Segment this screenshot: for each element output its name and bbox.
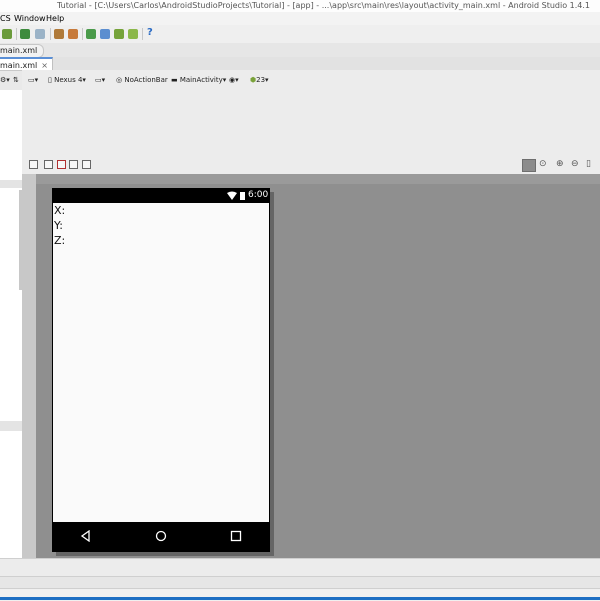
locale-globe-icon[interactable]: ◉▾ [229, 73, 239, 87]
forward-icon[interactable] [2, 29, 12, 39]
toolbar-separator [82, 28, 83, 40]
label-y[interactable]: Y: [54, 219, 63, 233]
toolbar-separator [50, 28, 51, 40]
back-triangle-icon [80, 530, 90, 542]
avd-manager-icon[interactable] [100, 29, 110, 39]
menu-bar [0, 12, 600, 25]
panel-divider [0, 421, 22, 431]
clear-layout-icon[interactable] [57, 160, 66, 169]
zoom-actual-icon[interactable]: ⊙ [539, 159, 547, 169]
label-z[interactable]: Z: [54, 234, 65, 248]
debug-icon[interactable] [54, 29, 64, 39]
layout-variant-icon[interactable]: ▭▾ [28, 73, 38, 87]
activity-label: MainActivity [179, 76, 223, 84]
home-circle-icon [155, 530, 167, 542]
rotate-screen-icon[interactable]: ▭▾ [95, 73, 105, 87]
navigation-bar [0, 43, 600, 58]
fill-width-icon[interactable] [69, 160, 78, 169]
device-selector[interactable]: ▯ Nexus 4▾ [48, 73, 86, 87]
help-icon[interactable]: ? [147, 27, 153, 38]
tab-activity-main[interactable]: main.xml × [0, 57, 53, 70]
palette-panel [0, 90, 23, 558]
canvas-gutter [22, 174, 36, 558]
component-area [22, 90, 600, 156]
settings-gear-icon[interactable]: ⚙▾ [0, 73, 10, 87]
orientation-icon[interactable]: ⇅ [13, 73, 19, 87]
device-label: Nexus 4 [54, 76, 83, 84]
theme-label: NoActionBar [124, 76, 168, 84]
sdk-manager-icon[interactable] [114, 29, 124, 39]
theme-selector[interactable]: ◎ NoActionBar [116, 73, 168, 87]
activity-selector[interactable]: ▬ MainActivity▾ [171, 73, 226, 87]
menu-item-window[interactable]: Window [14, 12, 46, 25]
run-icon[interactable] [35, 29, 45, 39]
device-screen[interactable] [52, 203, 270, 522]
zoom-toolbar [22, 156, 600, 175]
api-level-selector[interactable]: ⬢23▾ [250, 73, 269, 87]
project-structure-icon[interactable] [68, 29, 78, 39]
fill-height-icon[interactable] [82, 160, 91, 169]
menu-item-help[interactable]: Help [46, 12, 64, 25]
toolbar-separator [142, 28, 143, 40]
zoom-in-icon[interactable]: ⊕ [556, 159, 564, 169]
tab-label: main.xml [0, 61, 38, 70]
split-vertical-icon[interactable] [44, 160, 53, 169]
refresh-icon[interactable]: ▯ [586, 159, 591, 169]
layout-toggle-icon[interactable] [29, 160, 38, 169]
wifi-battery-icon [227, 191, 245, 200]
close-icon[interactable]: × [41, 61, 48, 70]
label-x[interactable]: X: [54, 204, 65, 218]
make-project-icon[interactable] [20, 29, 30, 39]
toolbar-separator [16, 28, 17, 40]
android-device-monitor-icon[interactable] [128, 29, 138, 39]
design-toolbar [22, 70, 600, 91]
tool-window-bar [0, 558, 600, 577]
zoom-to-fit-icon[interactable] [522, 159, 536, 172]
menu-item-vcs[interactable]: CS [0, 12, 11, 25]
editor-tab-bar [0, 57, 600, 71]
zoom-out-icon[interactable]: ⊖ [571, 159, 579, 169]
sync-gradle-icon[interactable] [86, 29, 96, 39]
panel-divider [0, 180, 22, 188]
window-title: Tutorial - [C:\Users\Carlos\AndroidStudi… [56, 1, 590, 10]
recent-square-icon [230, 530, 242, 542]
breadcrumb-file[interactable]: main.xml [0, 44, 45, 58]
status-time: 6:00 [248, 190, 269, 200]
api-label: 23 [256, 76, 266, 84]
canvas-ruler [36, 174, 600, 184]
